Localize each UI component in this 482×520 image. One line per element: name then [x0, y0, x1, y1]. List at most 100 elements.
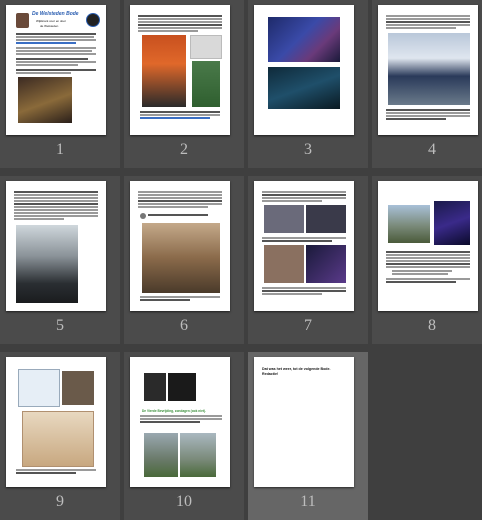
- text-line: [386, 263, 470, 265]
- text-line: [386, 21, 470, 23]
- text-line: [138, 21, 222, 23]
- thumbnail-page-5[interactable]: 5: [0, 176, 120, 344]
- photo-room-people: [16, 225, 78, 303]
- text-line: [14, 209, 98, 211]
- text-line: [140, 117, 210, 119]
- text-line: [386, 118, 446, 120]
- text-line: [16, 42, 76, 44]
- thumbnail-page-4[interactable]: 4: [372, 0, 482, 168]
- text-line: [16, 50, 92, 52]
- photo-monument-2: [180, 433, 216, 477]
- text-line: [16, 64, 78, 66]
- thumbnail-page-6[interactable]: 6: [124, 176, 244, 344]
- masthead-subtitle: Wijkkrant voor en door: [36, 19, 67, 23]
- text-line: [16, 53, 96, 55]
- thumbnail-page-10[interactable]: De Vierde Bevrijding, zondagen (ook niet…: [124, 352, 244, 520]
- closing-signature: Redactie!: [262, 372, 279, 376]
- text-line: [14, 191, 98, 193]
- page-preview: Dat was het weer, tot de volgende Bode. …: [254, 357, 354, 487]
- text-line: [140, 418, 222, 420]
- thumbnail-page-3[interactable]: 3: [248, 0, 368, 168]
- text-line: [138, 203, 222, 205]
- photo-green: [192, 61, 220, 107]
- poster-image: [190, 35, 222, 59]
- photo-stage-blue: [268, 17, 340, 62]
- text-line: [262, 290, 346, 292]
- text-line: [140, 111, 220, 113]
- page-thumbnail-grid: De Welsteden Bode Wijkkrant voor en door…: [0, 0, 482, 520]
- text-line: [386, 251, 470, 253]
- text-line: [14, 212, 98, 214]
- text-line: [148, 214, 208, 216]
- photo-3: [264, 245, 304, 283]
- text-line: [262, 237, 346, 239]
- thumbnail-page-11[interactable]: Dat was het weer, tot de volgende Bode. …: [248, 352, 368, 520]
- text-line: [262, 200, 322, 202]
- page-number: 10: [176, 493, 192, 510]
- text-line: [262, 293, 322, 295]
- thumbnail-page-1[interactable]: De Welsteden Bode Wijkkrant voor en door…: [0, 0, 120, 168]
- text-line: [138, 30, 198, 32]
- photo-man-on-boat: [388, 33, 470, 105]
- text-line: [386, 112, 470, 114]
- text-line: [386, 278, 470, 280]
- photo-gift: [62, 371, 94, 405]
- text-line: [262, 197, 346, 199]
- page-number: 9: [56, 493, 64, 510]
- text-line: [140, 421, 200, 423]
- text-line: [14, 206, 98, 208]
- page-number: 5: [56, 317, 64, 334]
- page-number: 2: [180, 141, 188, 158]
- text-line: [16, 39, 96, 41]
- page-preview: [6, 181, 106, 311]
- page-number: 6: [180, 317, 188, 334]
- photo-hall: [142, 223, 220, 293]
- text-line: [138, 191, 222, 193]
- page-preview: De Vierde Bevrijding, zondagen (ook niet…: [130, 357, 230, 487]
- photo-2: [306, 205, 346, 233]
- drawing-card: [18, 369, 60, 407]
- text-line: [138, 194, 222, 196]
- page-preview: [254, 5, 354, 135]
- masthead-subtitle-2: de Welsteden: [40, 24, 59, 28]
- text-line: [138, 197, 222, 199]
- page-number: 11: [300, 493, 316, 510]
- text-line: [16, 58, 88, 60]
- thumbnail-page-7[interactable]: 7: [248, 176, 368, 344]
- text-line: [392, 273, 448, 275]
- text-line: [14, 218, 64, 220]
- page-preview: [130, 5, 230, 135]
- text-line: [392, 270, 452, 272]
- text-line: [386, 24, 470, 26]
- page-preview: [6, 357, 106, 487]
- photo-1: [264, 205, 304, 233]
- text-line: [386, 260, 470, 262]
- text-line: [138, 200, 222, 202]
- thumbnail-page-9[interactable]: 9: [0, 352, 120, 520]
- text-line: [386, 257, 470, 259]
- drawing-letter: [22, 411, 94, 467]
- photo-statues: [388, 205, 430, 243]
- text-line: [16, 61, 96, 63]
- portrait-image: [16, 13, 29, 28]
- text-line: [16, 472, 76, 474]
- page-number: 8: [428, 317, 436, 334]
- avatar: [140, 213, 146, 219]
- text-line: [14, 197, 98, 199]
- text-line: [138, 18, 222, 20]
- page-preview: [378, 181, 478, 311]
- text-line: [16, 33, 96, 35]
- page-number: 3: [304, 141, 312, 158]
- text-line: [140, 299, 190, 301]
- poster-dark: [168, 373, 196, 401]
- text-line: [138, 27, 222, 29]
- thumbnail-page-2[interactable]: 2: [124, 0, 244, 168]
- text-line: [140, 114, 220, 116]
- page-preview: [130, 181, 230, 311]
- text-line: [262, 194, 346, 196]
- page-preview: [254, 181, 354, 311]
- thumbnail-page-8[interactable]: 8: [372, 176, 482, 344]
- photo-musician: [18, 77, 72, 123]
- text-line: [16, 36, 94, 38]
- text-line: [262, 191, 346, 193]
